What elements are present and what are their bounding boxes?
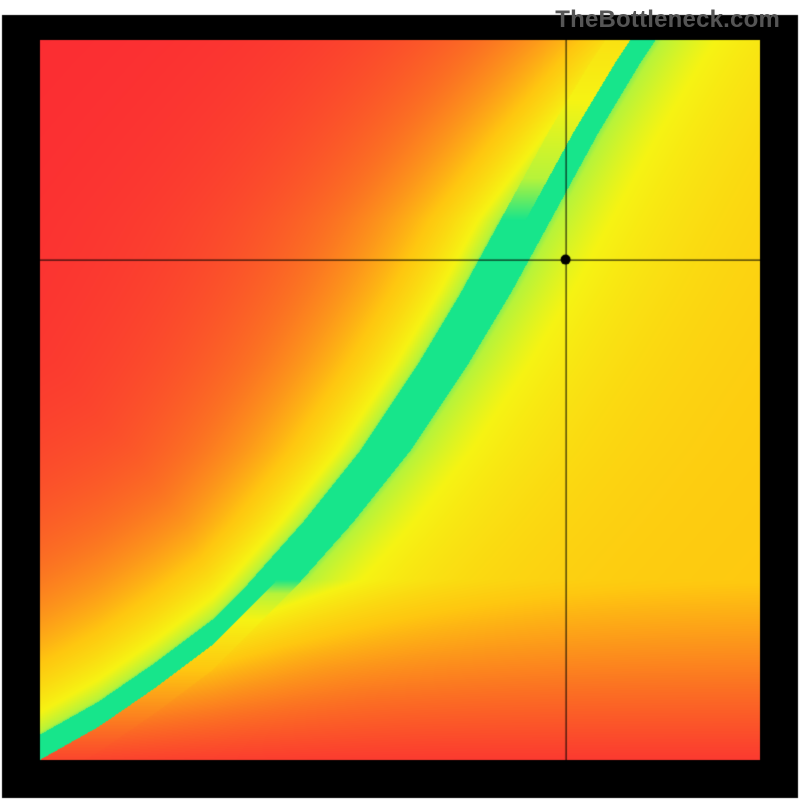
bottleneck-heatmap [0,0,800,800]
watermark-label: TheBottleneck.com [555,6,780,34]
chart-container: TheBottleneck.com [0,0,800,800]
